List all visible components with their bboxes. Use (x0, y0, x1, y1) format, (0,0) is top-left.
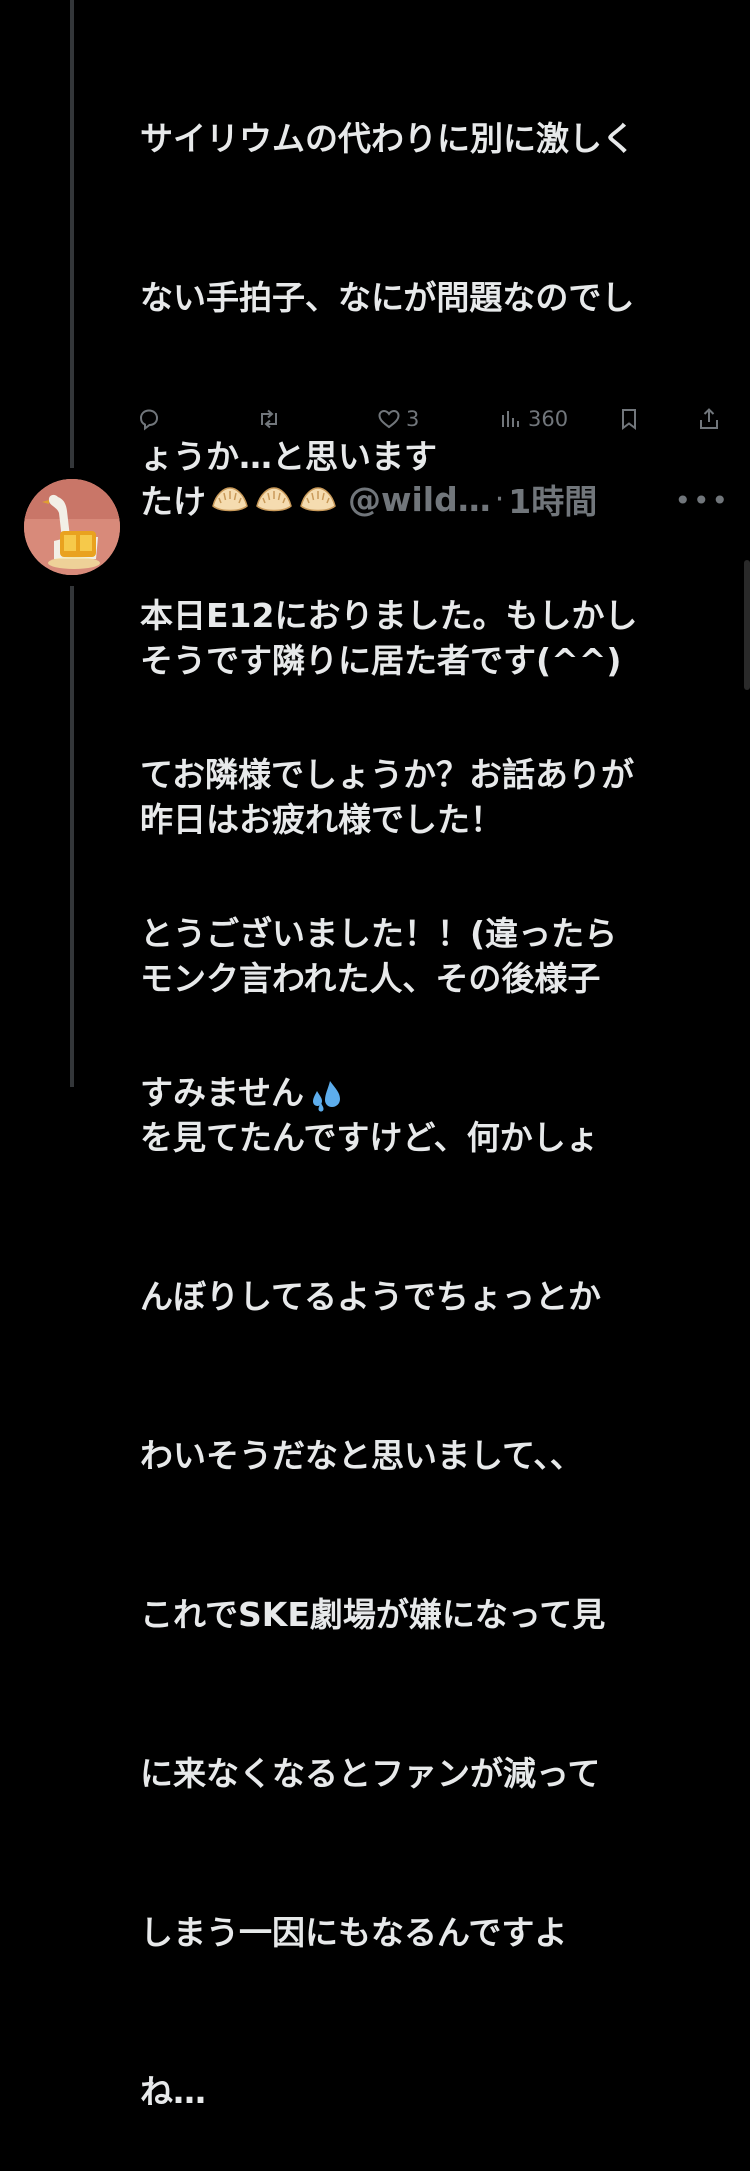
tweet-actions: 3 360 (136, 397, 726, 441)
reply-icon (139, 409, 159, 431)
tweet-line: ね… (140, 2072, 206, 2111)
tweet-line: しまう一因にもなるんですよ (140, 1913, 568, 1952)
heart-icon (378, 409, 400, 429)
author-handle[interactable]: @wild… (348, 480, 491, 519)
like-button[interactable]: 3 (376, 397, 419, 441)
bar-chart-icon (502, 411, 519, 427)
dumpling-icon (212, 487, 248, 512)
thread-line-top (70, 0, 74, 468)
view-count: 360 (528, 407, 569, 431)
reply-button[interactable] (136, 397, 166, 441)
tweet-line: ない手拍子、なにが問題なのでし (140, 278, 635, 317)
swan-boat-avatar-icon (24, 479, 120, 575)
tweet-line: を見てたんですけど、何かしょ (140, 1118, 599, 1157)
share-button[interactable] (696, 397, 722, 441)
bookmark-button[interactable] (616, 397, 642, 441)
tweet-line: モンク言われた人、その後様子 (140, 959, 601, 998)
separator-dot: · (494, 481, 505, 517)
retweet-icon (261, 409, 277, 429)
scrollbar[interactable] (744, 560, 750, 690)
tweet-line: 昨日はお疲れ様でした！ (140, 800, 503, 839)
like-count: 3 (406, 407, 420, 431)
views-button[interactable]: 360 (498, 397, 568, 441)
more-options-button[interactable]: ••• (674, 484, 730, 517)
tweet-line: これでSKE劇場が嫌になって見 (140, 1595, 606, 1634)
tweet-line: んぼりしてるようでちょっとか (140, 1277, 602, 1316)
avatar[interactable] (24, 479, 120, 575)
tweet-line: わいそうだなと思いまして、、 (140, 1436, 583, 1475)
dumpling-icon (256, 487, 292, 512)
share-icon (700, 408, 718, 429)
tweet-line: に来なくなるとファンが減って (140, 1754, 601, 1793)
bookmark-icon (622, 409, 636, 430)
thread-line-bottom (70, 586, 74, 1087)
tweet-header: たけ @wild… · 1時間 ••• (140, 474, 730, 524)
dumpling-icon (300, 487, 336, 512)
reply-body: そうです隣りに居た者です(^^) 昨日はお疲れ様でした！ モンク言われた人、その… (140, 528, 621, 2171)
retweet-button[interactable] (256, 397, 286, 441)
tweet-timestamp[interactable]: 1時間 (508, 475, 597, 523)
author-name[interactable]: たけ (140, 475, 206, 523)
tweet-line: サイリウムの代わりに別に激しく (140, 119, 635, 158)
tweet-line: そうです隣りに居た者です(^^) (140, 641, 622, 680)
